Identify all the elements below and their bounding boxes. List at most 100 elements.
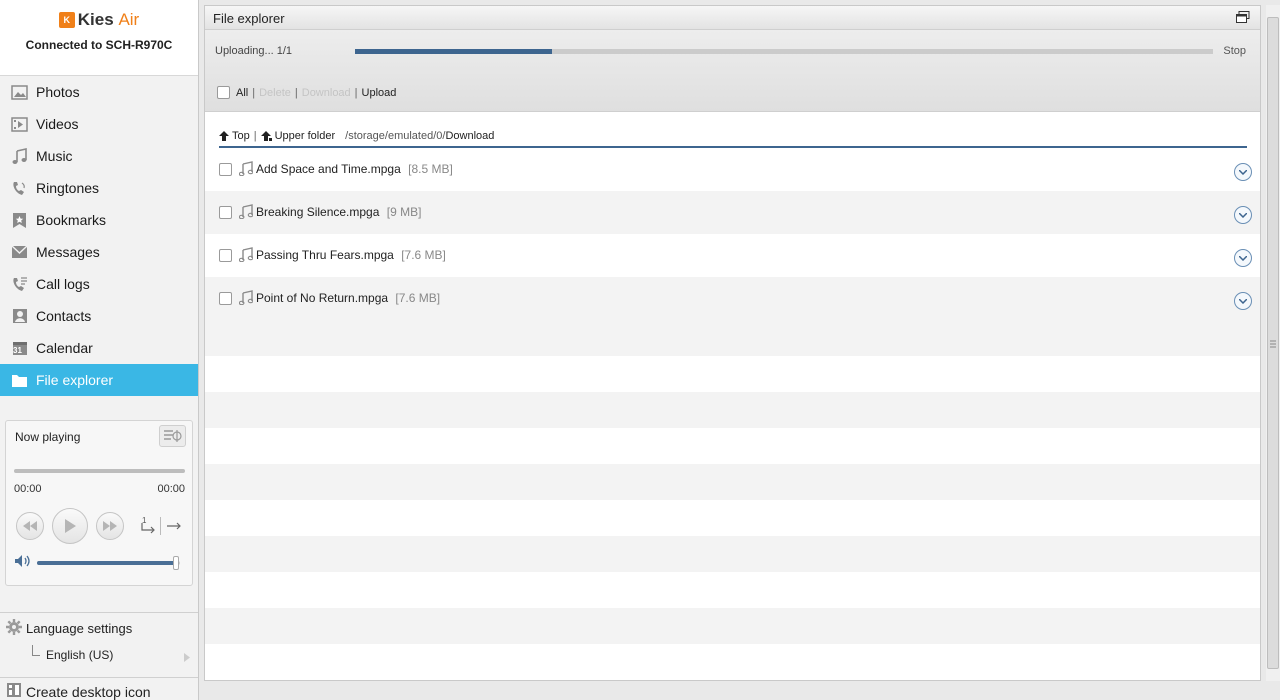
current-path: /storage/emulated/0/Download (345, 130, 494, 142)
sidebar-item-bookmarks[interactable]: Bookmarks (0, 204, 198, 236)
download-button[interactable]: Download (302, 87, 351, 99)
shuffle-button[interactable] (164, 516, 184, 536)
empty-row (205, 428, 1260, 464)
kies-air-logo: K Kies Air (58, 10, 140, 30)
upload-button[interactable]: Upload (362, 87, 397, 99)
sidebar-item-label: Call logs (36, 276, 90, 292)
select-all-label[interactable]: All (236, 87, 248, 99)
sidebar-item-label: Ringtones (36, 180, 100, 196)
file-checkbox[interactable] (219, 206, 232, 219)
file-row[interactable]: Passing Thru Fears.mpga [7.6 MB] (205, 234, 1260, 277)
arrow-right-icon (167, 522, 181, 530)
empty-row (205, 320, 1260, 356)
playlist-button[interactable] (159, 425, 186, 447)
file-checkbox[interactable] (219, 292, 232, 305)
play-button[interactable] (52, 508, 88, 544)
play-icon (65, 519, 76, 533)
panel-title: File explorer (213, 11, 285, 26)
file-checkbox[interactable] (219, 249, 232, 262)
empty-rows (205, 320, 1260, 680)
upper-folder-link[interactable]: Upper folder (260, 130, 336, 142)
file-list: Add Space and Time.mpga [8.5 MB] Breakin… (205, 148, 1260, 680)
top-folder-link[interactable]: Top (219, 130, 250, 142)
empty-row (205, 536, 1260, 572)
empty-row (205, 608, 1260, 644)
contacts-icon (11, 308, 28, 325)
volume-knob[interactable] (172, 556, 179, 570)
calendar-icon-number: 31 (13, 345, 22, 355)
logo-air: Air (118, 10, 140, 29)
language-settings-title: Language settings (26, 621, 133, 636)
gear-icon (6, 619, 22, 638)
volume-icon (15, 555, 30, 567)
volume-button[interactable] (14, 554, 32, 571)
scrollbar-thumb[interactable] (1267, 17, 1279, 669)
sidebar-item-messages[interactable]: Messages (0, 236, 198, 268)
create-desktop-icon-label: Create desktop icon (26, 684, 151, 700)
sidebar-item-contacts[interactable]: Contacts (0, 300, 198, 332)
desktop-shortcut-icon (6, 682, 22, 700)
sidebar-item-label: Music (36, 148, 73, 164)
sidebar-item-music[interactable]: Music (0, 140, 198, 172)
restore-window-icon (1236, 11, 1250, 23)
chevron-down-icon (1239, 298, 1247, 304)
folder-icon (11, 372, 28, 389)
chevron-down-icon (1239, 169, 1247, 175)
fast-forward-button[interactable] (96, 512, 124, 540)
file-size: [7.6 MB] (401, 248, 446, 262)
chevron-right-icon[interactable] (184, 650, 190, 665)
sidebar-item-label: Calendar (36, 340, 93, 356)
rewind-button[interactable] (16, 512, 44, 540)
sidebar-item-videos[interactable]: Videos (0, 108, 198, 140)
create-desktop-icon[interactable]: Create desktop icon (0, 677, 198, 700)
playlist-icon (163, 430, 182, 442)
expand-row-button[interactable] (1234, 206, 1252, 224)
upper-folder-label: Upper folder (274, 130, 336, 142)
ringtones-icon (11, 180, 28, 197)
volume-slider[interactable] (37, 556, 180, 570)
sidebar-item-ringtones[interactable]: Ringtones (0, 172, 198, 204)
restore-window-button[interactable] (1236, 11, 1250, 23)
rewind-icon (23, 521, 37, 531)
toolbar: Uploading... 1/1 Stop All | Delete | Dow… (205, 30, 1260, 112)
calendar-icon: 31 (11, 340, 28, 357)
sidebar-item-calendar[interactable]: 31 Calendar (0, 332, 198, 364)
sidebar-item-label: Messages (36, 244, 100, 260)
separator: | (294, 86, 298, 99)
file-checkbox[interactable] (219, 163, 232, 176)
empty-row (205, 356, 1260, 392)
fast-forward-icon (103, 521, 117, 531)
separator: | (253, 130, 257, 142)
sidebar-item-label: Bookmarks (36, 212, 107, 228)
upload-progress-fill (355, 49, 553, 54)
repeat-one-button[interactable]: 1 (138, 516, 158, 536)
page-scrollbar[interactable] (1266, 5, 1280, 681)
sidebar-item-photos[interactable]: Photos (0, 76, 198, 108)
expand-row-button[interactable] (1234, 292, 1252, 310)
expand-row-button[interactable] (1234, 249, 1252, 267)
chevron-down-icon (1239, 255, 1247, 261)
logo-area: K Kies Air Connected to SCH-R970C (0, 0, 198, 76)
upload-progress-bar (355, 49, 1213, 54)
breadcrumb: Top | Upper folder /storage/emulated/0/D… (219, 126, 1247, 148)
file-size: [7.6 MB] (395, 291, 441, 305)
panel-titlebar: File explorer (205, 6, 1260, 30)
stop-upload-button[interactable]: Stop (1223, 45, 1246, 57)
delete-button[interactable]: Delete (259, 87, 291, 99)
file-row[interactable]: Point of No Return.mpga [7.6 MB] (205, 277, 1260, 320)
now-playing-title: Now playing (15, 430, 81, 444)
arrow-up-icon (219, 131, 229, 141)
sidebar-item-file-explorer[interactable]: File explorer (0, 364, 198, 396)
select-all-checkbox[interactable] (217, 86, 230, 99)
empty-row (205, 500, 1260, 536)
divider (160, 517, 161, 535)
file-row[interactable]: Breaking Silence.mpga [9 MB] (205, 191, 1260, 234)
file-name: Point of No Return.mpga [7.6 MB] (256, 291, 440, 305)
sidebar-item-call-logs[interactable]: Call logs (0, 268, 198, 300)
expand-row-button[interactable] (1234, 163, 1252, 181)
file-row[interactable]: Add Space and Time.mpga [8.5 MB] (205, 148, 1260, 191)
sidebar-item-label: Videos (36, 116, 79, 132)
seek-bar[interactable] (14, 469, 185, 473)
language-selector[interactable]: English (US) (46, 648, 113, 662)
path-current-folder: Download (445, 130, 495, 142)
